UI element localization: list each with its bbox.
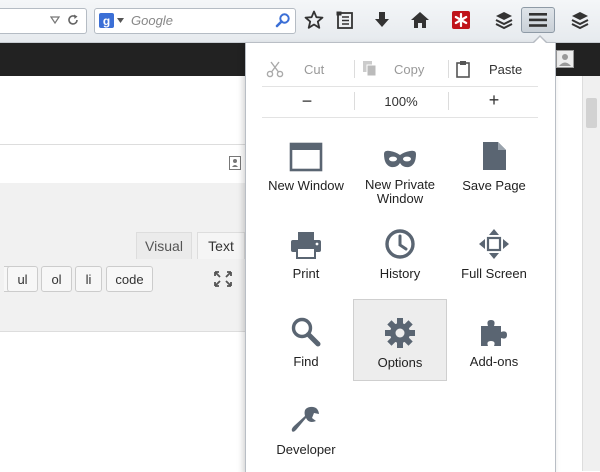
field-contact-icon <box>229 156 241 170</box>
editor-title-field[interactable] <box>0 144 246 184</box>
cut-label: Cut <box>304 61 325 77</box>
editor-content[interactable] <box>0 332 246 471</box>
paste-button[interactable]: Paste <box>456 56 522 82</box>
scissors-icon <box>266 61 284 78</box>
print-label: Print <box>292 266 320 281</box>
options-button[interactable]: Options <box>353 299 447 381</box>
home-icon[interactable] <box>409 9 431 31</box>
gear-icon <box>385 318 415 348</box>
fullscreen-icon <box>479 229 509 259</box>
edit-separator <box>354 60 355 78</box>
menu-divider <box>262 86 538 87</box>
new-private-window-label: New Private Window <box>364 177 436 206</box>
puzzle-icon <box>481 320 507 346</box>
wrench-icon <box>291 406 319 432</box>
copy-icon <box>363 61 377 77</box>
save-page-button[interactable]: Save Page <box>448 124 540 206</box>
full-screen-button[interactable]: Full Screen <box>448 212 540 294</box>
paste-label: Paste <box>489 61 523 77</box>
quicktag-ol-button[interactable]: ol <box>41 266 72 292</box>
window-icon <box>289 142 323 172</box>
avatar[interactable] <box>556 50 574 68</box>
developer-label: Developer <box>276 442 336 457</box>
zoom-reset-button[interactable]: 100% <box>370 90 432 112</box>
copy-button[interactable]: Copy <box>362 56 424 82</box>
mask-icon <box>384 150 416 168</box>
search-input[interactable]: Google <box>131 13 173 28</box>
zoom-in-button[interactable]: + <box>485 89 503 111</box>
clock-icon <box>385 229 415 259</box>
clipboard-icon <box>456 61 470 78</box>
magnifier-icon <box>291 317 321 347</box>
hamburger-icon <box>529 13 547 27</box>
page-scrollbar[interactable] <box>582 76 600 471</box>
dropdown-arrow-icon[interactable] <box>50 15 60 25</box>
edit-separator <box>448 60 449 78</box>
page-content-area <box>0 76 246 144</box>
zoom-out-button[interactable]: − <box>298 90 316 112</box>
page-icon <box>483 142 506 170</box>
scrollbar-thumb[interactable] <box>586 98 597 128</box>
full-screen-label: Full Screen <box>461 266 527 281</box>
find-button[interactable]: Find <box>260 300 352 382</box>
new-window-button[interactable]: New Window <box>260 124 352 206</box>
history-label: History <box>379 266 421 281</box>
reload-icon[interactable] <box>66 13 80 27</box>
print-button[interactable]: Print <box>260 212 352 294</box>
google-engine-icon[interactable]: g <box>99 13 114 28</box>
add-ons-button[interactable]: Add-ons <box>448 300 540 382</box>
developer-button[interactable]: Developer <box>260 388 352 470</box>
find-label: Find <box>293 354 319 369</box>
url-bar[interactable] <box>0 8 87 34</box>
quicktag-li-button[interactable]: li <box>75 266 102 292</box>
printer-icon <box>291 232 321 259</box>
engine-dropdown-icon[interactable] <box>117 18 124 23</box>
open-menu-button[interactable] <box>521 7 555 33</box>
quicktag-code-button[interactable]: code <box>106 266 153 292</box>
add-ons-label: Add-ons <box>469 354 519 369</box>
save-page-label: Save Page <box>462 178 526 193</box>
tab-text[interactable]: Text <box>197 232 245 259</box>
panel-arrow-fill <box>533 37 547 44</box>
distraction-free-icon[interactable] <box>213 270 233 288</box>
new-window-label: New Window <box>268 178 344 193</box>
stack-icon[interactable] <box>569 9 591 31</box>
history-button[interactable]: History <box>354 212 446 294</box>
search-bar[interactable]: g Google <box>94 8 296 34</box>
new-private-window-button[interactable]: New Private Window <box>354 124 446 206</box>
quicktag-ul-button[interactable]: ul <box>7 266 38 292</box>
tab-visual[interactable]: Visual <box>136 232 192 259</box>
menu-divider <box>262 117 538 118</box>
zoom-separator <box>354 92 355 110</box>
copy-label: Copy <box>394 61 425 77</box>
bookmark-star-icon[interactable] <box>303 9 325 31</box>
downloads-icon[interactable] <box>371 9 393 31</box>
search-icon[interactable] <box>275 12 291 28</box>
cut-button[interactable]: Cut <box>266 56 324 82</box>
addon-red-icon[interactable] <box>450 9 472 31</box>
bookmarks-list-icon[interactable] <box>334 9 356 31</box>
layers-icon[interactable] <box>493 9 515 31</box>
options-label: Options <box>377 355 423 370</box>
zoom-separator <box>448 92 449 110</box>
